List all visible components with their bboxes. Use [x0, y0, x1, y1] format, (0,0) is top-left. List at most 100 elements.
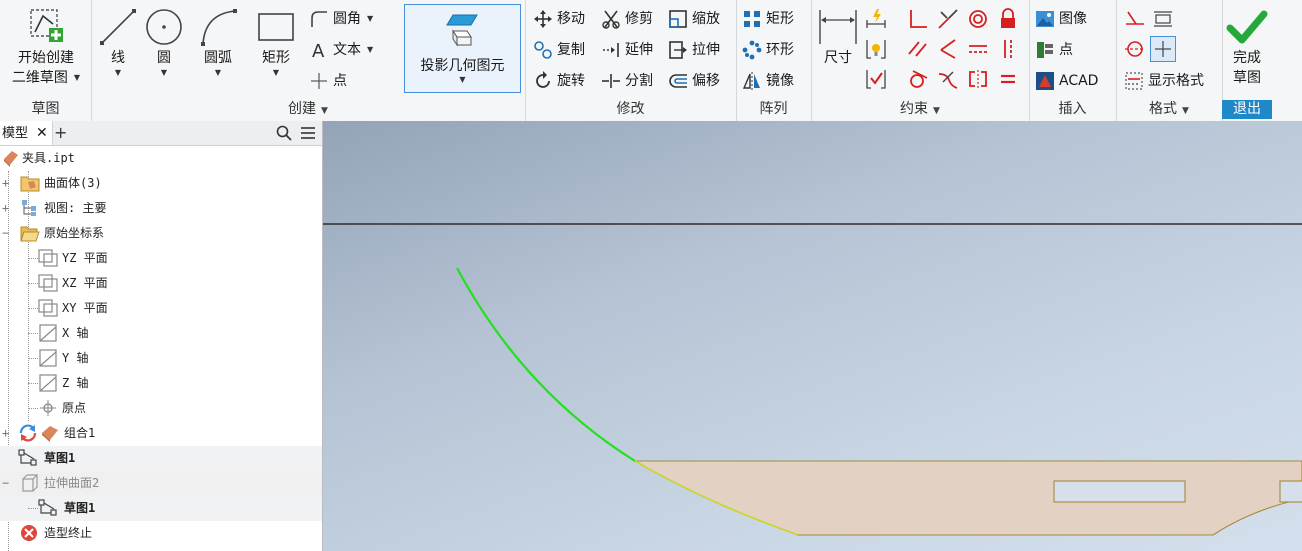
finish-sketch-button[interactable]: 完成 草图	[1222, 8, 1272, 88]
start-2d-sketch-button[interactable]: 开始创建 二维草图 ▼	[6, 6, 86, 88]
circle-icon	[146, 9, 182, 45]
project-geometry-dropdown-icon[interactable]: ▼	[405, 75, 520, 85]
insert-image-button[interactable]: 图像	[1035, 5, 1087, 33]
tab-model[interactable]: 模型 ✕	[0, 121, 53, 145]
parallel-icon[interactable]	[907, 38, 929, 60]
tangent-icon[interactable]	[907, 68, 929, 90]
sketch-canvas[interactable]	[323, 121, 1302, 551]
text-button[interactable]: A 文本 ▼	[309, 36, 373, 64]
trim-label: 修剪	[625, 11, 653, 27]
vertical-icon[interactable]	[997, 38, 1019, 60]
point-button[interactable]: 点	[309, 67, 347, 95]
line-dropdown-icon[interactable]: ▼	[95, 68, 141, 78]
tree-item-surface-bodies[interactable]: + 曲面体(3)	[0, 171, 322, 196]
move-icon	[534, 10, 552, 28]
fillet-button[interactable]: 圆角 ▼	[309, 5, 373, 33]
offset-button[interactable]: 偏移	[668, 67, 720, 95]
scale-button[interactable]: 缩放	[668, 5, 720, 33]
auto-dimension-icon[interactable]	[865, 8, 887, 30]
perpendicular-icon[interactable]	[937, 38, 959, 60]
rotate-icon	[536, 71, 550, 88]
rectangle-button[interactable]: 矩形 ▼	[251, 6, 301, 78]
move-button[interactable]: 移动	[533, 5, 585, 33]
tree-item-z-axis[interactable]: Z 轴	[0, 371, 322, 396]
concentric-icon[interactable]	[967, 8, 989, 30]
collinear-icon[interactable]	[937, 8, 959, 30]
format-group-expand-icon[interactable]: ▼	[1182, 106, 1189, 116]
circle-dropdown-icon[interactable]: ▼	[141, 68, 187, 78]
expand-plus-icon[interactable]: +	[2, 196, 9, 221]
graphics-viewport[interactable]	[323, 121, 1302, 551]
rotate-button[interactable]: 旋转	[533, 67, 585, 95]
tree-item-center-point[interactable]: 原点	[0, 396, 322, 421]
project-geometry-button[interactable]: 投影几何图元 ▼	[404, 4, 521, 93]
dimension-button[interactable]: 尺寸	[815, 6, 861, 68]
tree-item-yz-plane[interactable]: YZ 平面	[0, 246, 322, 271]
tree-item-end-of-part[interactable]: 造型终止	[0, 521, 322, 546]
create-group-expand-icon[interactable]: ▼	[321, 106, 328, 116]
coincident-icon[interactable]	[907, 8, 929, 30]
hamburger-menu-icon[interactable]	[300, 125, 316, 141]
driven-dimension-icon[interactable]	[1152, 8, 1174, 30]
horizontal-icon[interactable]	[967, 38, 989, 60]
show-format-button[interactable]: 显示格式	[1124, 67, 1204, 95]
search-icon[interactable]	[276, 125, 292, 141]
create-group-label[interactable]: 创建 ▼	[91, 100, 525, 118]
collapse-minus-icon[interactable]: −	[2, 471, 9, 496]
tree-item-sketch1-child[interactable]: 草图1	[0, 496, 322, 521]
center-point-toggle[interactable]	[1150, 36, 1176, 62]
constrain-group-label[interactable]: 约束 ▼	[811, 100, 1029, 118]
text-dropdown-icon[interactable]: ▼	[367, 45, 373, 54]
tree-item-label: 曲面体(3)	[44, 176, 102, 190]
tree-item-extrude-surface2[interactable]: − 拉伸曲面2	[0, 471, 322, 496]
tree-item-x-axis[interactable]: X 轴	[0, 321, 322, 346]
extend-button[interactable]: 延伸	[601, 36, 653, 64]
projected-arc-green[interactable]	[456, 267, 636, 462]
constraint-settings-icon[interactable]	[865, 68, 887, 90]
tree-item-combine1[interactable]: + 组合1	[0, 421, 322, 446]
tree-item-xz-plane[interactable]: XZ 平面	[0, 271, 322, 296]
show-constraints-icon[interactable]	[865, 38, 887, 60]
copy-button[interactable]: 复制	[533, 36, 585, 64]
centerline-icon[interactable]	[1124, 38, 1146, 60]
part-profile[interactable]	[632, 460, 1302, 536]
stretch-button[interactable]: 拉伸	[668, 36, 720, 64]
construction-icon[interactable]	[1124, 8, 1146, 30]
fix-lock-icon[interactable]	[997, 8, 1019, 30]
rectangular-pattern-button[interactable]: 矩形	[742, 5, 794, 33]
tree-item-origin[interactable]: − 原始坐标系	[0, 221, 322, 246]
close-icon[interactable]: ✕	[36, 125, 48, 141]
tree-item-xy-plane[interactable]: XY 平面	[0, 296, 322, 321]
show-format-icon	[1125, 72, 1143, 90]
tree-item-label: YZ 平面	[62, 251, 108, 265]
mirror-button[interactable]: 镜像	[742, 67, 794, 95]
tree-item-part[interactable]: 夹具.ipt	[0, 146, 322, 171]
tree-item-sketch1[interactable]: 草图1	[0, 446, 322, 471]
line-button[interactable]: 线 ▼	[95, 6, 141, 78]
constrain-group-expand-icon[interactable]: ▼	[933, 106, 940, 116]
tree-item-y-axis[interactable]: Y 轴	[0, 346, 322, 371]
equal-icon[interactable]	[997, 68, 1019, 90]
split-button[interactable]: 分割	[601, 67, 653, 95]
arc-button[interactable]: 圆弧 ▼	[191, 6, 245, 78]
axis-icon	[39, 349, 57, 367]
circular-pattern-button[interactable]: 环形	[742, 36, 794, 64]
smooth-icon[interactable]	[937, 68, 959, 90]
expand-plus-icon[interactable]: +	[2, 171, 9, 196]
insert-points-button[interactable]: 点	[1035, 36, 1073, 64]
expand-plus-icon[interactable]: +	[2, 421, 9, 446]
tree-guide-line	[28, 508, 38, 509]
trim-button[interactable]: 修剪	[601, 5, 653, 33]
add-tab-icon[interactable]: +	[54, 121, 67, 145]
collapse-minus-icon[interactable]: −	[2, 221, 9, 246]
symmetric-icon[interactable]	[967, 68, 989, 90]
insert-acad-button[interactable]: ACAD	[1035, 67, 1098, 95]
format-group-label[interactable]: 格式 ▼	[1116, 100, 1222, 118]
circle-button[interactable]: 圆 ▼	[141, 6, 187, 78]
rectangle-dropdown-icon[interactable]: ▼	[251, 68, 301, 78]
tree-item-view[interactable]: + 视图: 主要	[0, 196, 322, 221]
part-slot-left[interactable]	[1053, 480, 1186, 503]
part-slot-right[interactable]	[1279, 480, 1302, 503]
arc-dropdown-icon[interactable]: ▼	[191, 68, 245, 78]
fillet-dropdown-icon[interactable]: ▼	[367, 14, 373, 23]
